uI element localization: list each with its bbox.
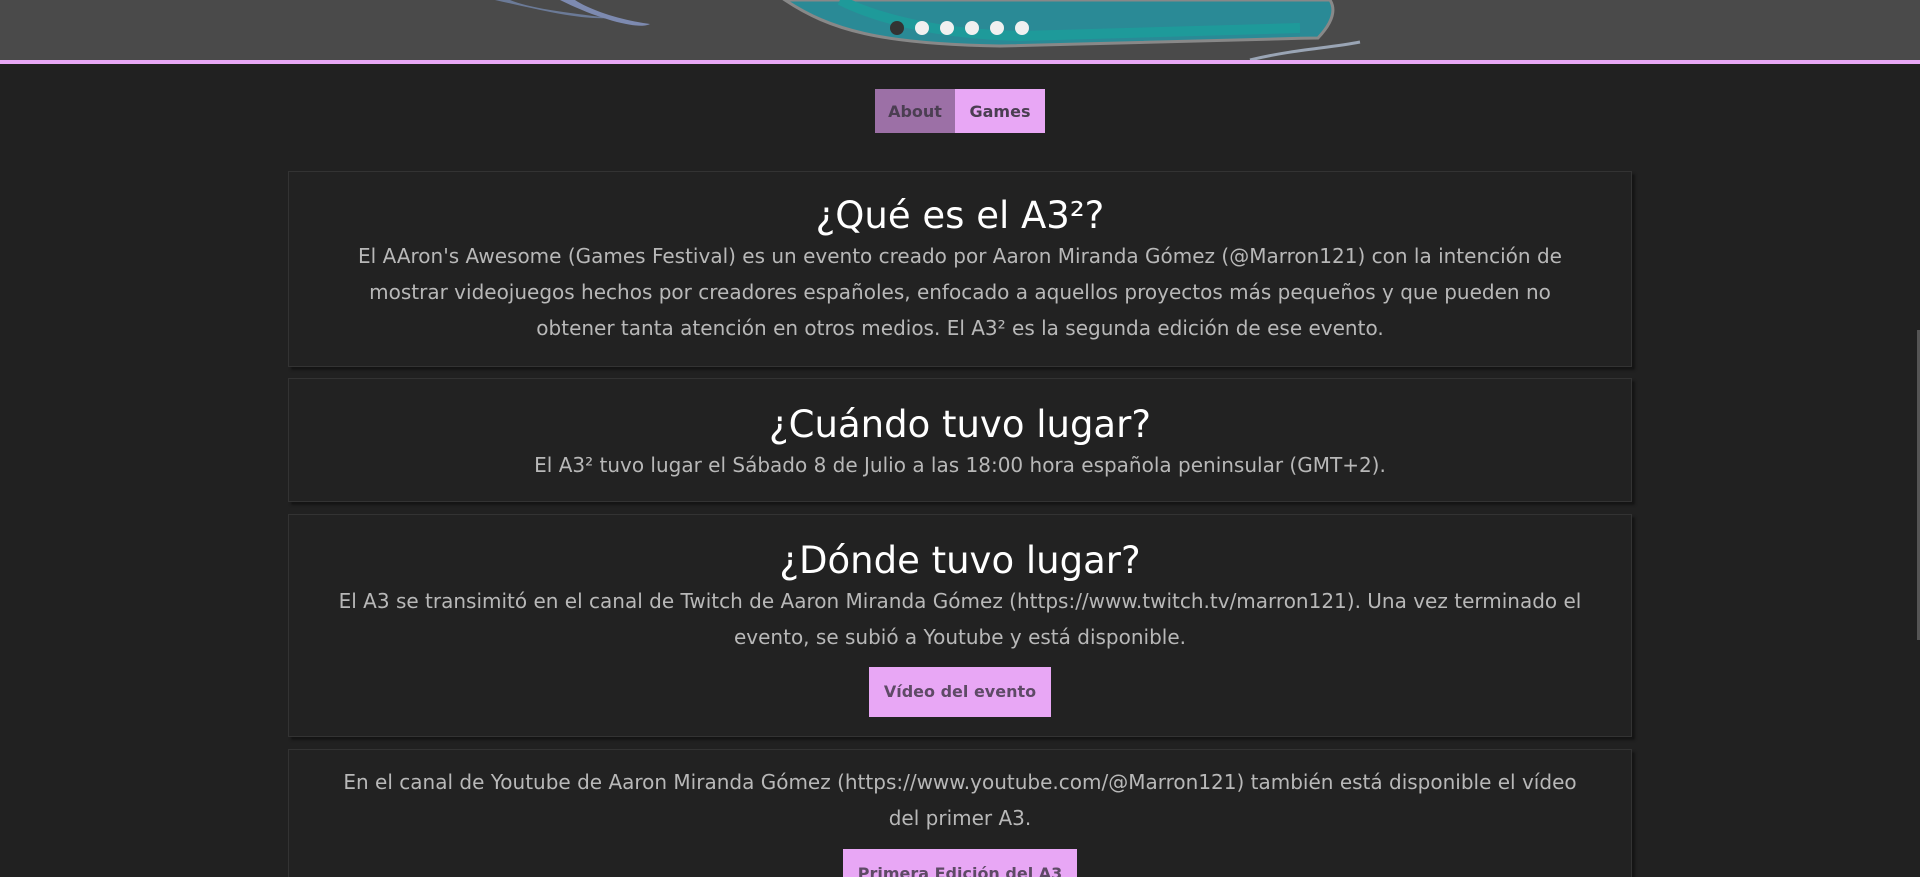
- where-body: El A3 se transimitó en el canal de Twitc…: [338, 589, 1582, 649]
- what-is-body: El AAron's Awesome (Games Festival) es u…: [358, 244, 1562, 340]
- when-body: El A3² tuvo lugar el Sábado 8 de Julio a…: [534, 453, 1386, 477]
- first-edition-card: En el canal de Youtube de Aaron Miranda …: [288, 749, 1632, 877]
- carousel-dot-1[interactable]: [890, 21, 904, 35]
- carousel-dot-6[interactable]: [1015, 21, 1029, 35]
- carousel-dot-3[interactable]: [940, 21, 954, 35]
- when-title: ¿Cuándo tuvo lugar?: [769, 403, 1151, 446]
- section-tabs: About Games: [875, 89, 1045, 133]
- event-video-button[interactable]: Vídeo del evento: [868, 667, 1052, 717]
- tab-games[interactable]: Games: [955, 89, 1045, 133]
- what-is-card: ¿Qué es el A3²? El AAron's Awesome (Game…: [288, 171, 1632, 367]
- header-banner: [0, 0, 1920, 64]
- carousel-dots: [890, 21, 1029, 35]
- where-title: ¿Dónde tuvo lugar?: [779, 539, 1141, 582]
- first-edition-button[interactable]: Primera Edición del A3: [842, 849, 1078, 877]
- page: About Games ¿Qué es el A3²? El AAron's A…: [0, 0, 1920, 877]
- carousel-dot-2[interactable]: [915, 21, 929, 35]
- carousel-dot-5[interactable]: [990, 21, 1004, 35]
- what-is-title: ¿Qué es el A3²?: [815, 194, 1105, 237]
- when-card: ¿Cuándo tuvo lugar? El A3² tuvo lugar el…: [288, 378, 1632, 502]
- tab-about[interactable]: About: [875, 89, 955, 133]
- carousel-dot-4[interactable]: [965, 21, 979, 35]
- first-edition-body: En el canal de Youtube de Aaron Miranda …: [343, 770, 1577, 830]
- where-card: ¿Dónde tuvo lugar? El A3 se transimitó e…: [288, 514, 1632, 737]
